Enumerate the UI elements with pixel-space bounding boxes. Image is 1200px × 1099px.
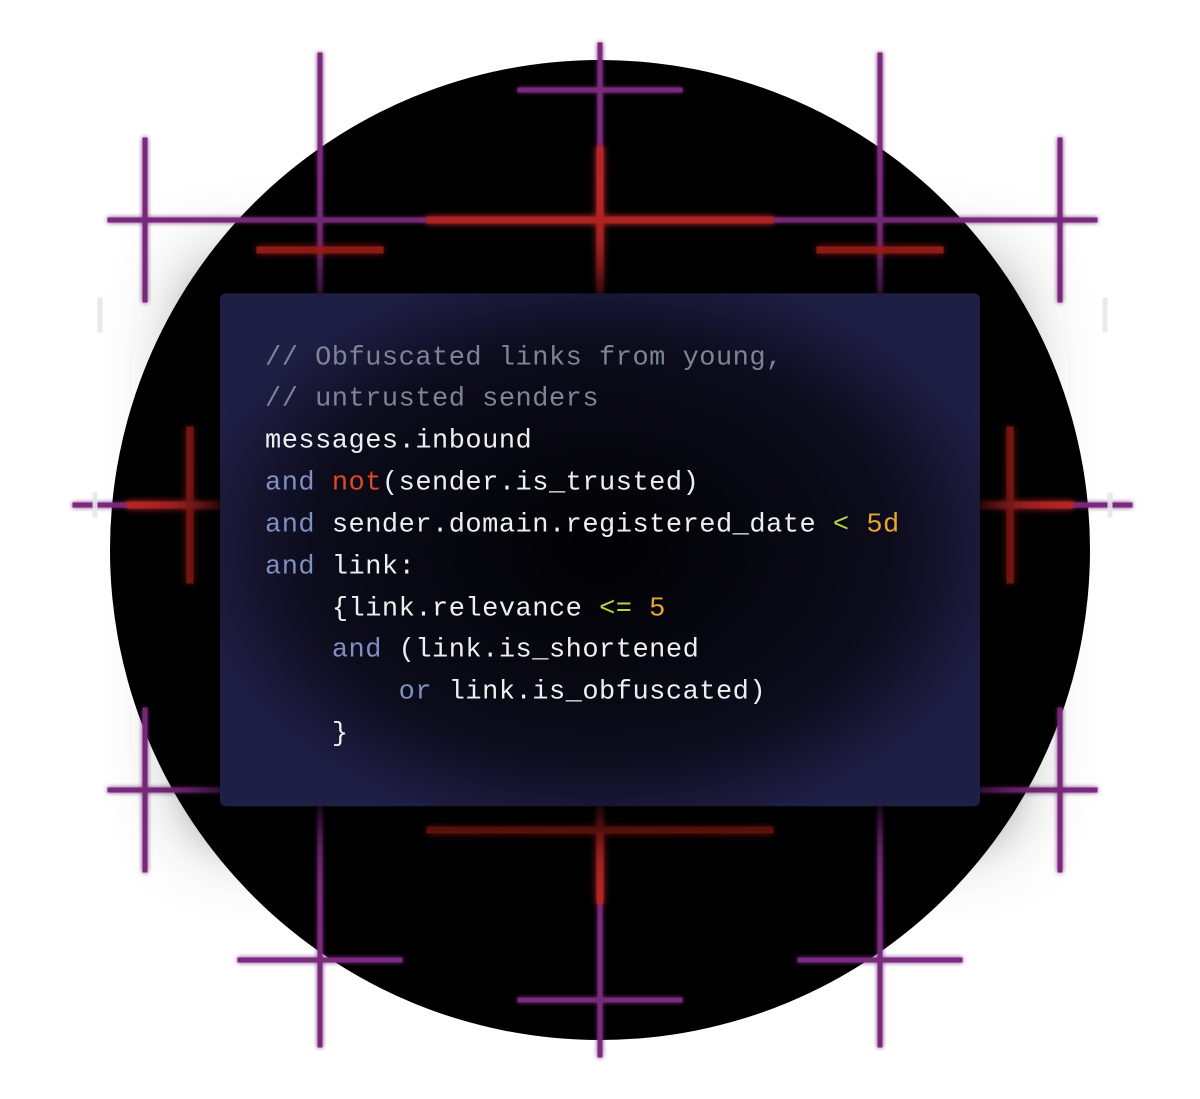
code-comment: // untrusted senders bbox=[265, 385, 599, 415]
code-keyword: and bbox=[265, 552, 315, 582]
code-operator: < bbox=[833, 510, 850, 540]
code-keyword: not bbox=[332, 468, 382, 498]
code-identifier: link.is_obfuscated) bbox=[449, 678, 766, 708]
code-identifier: (sender.is_trusted) bbox=[382, 468, 699, 498]
code-identifier: sender.domain.registered_date bbox=[332, 510, 816, 540]
code-punct: } bbox=[332, 719, 349, 749]
code-number: 5 bbox=[649, 594, 666, 624]
code-operator: <= bbox=[599, 594, 632, 624]
code-block: // Obfuscated links from young, // untru… bbox=[265, 338, 935, 756]
code-keyword: and bbox=[265, 468, 315, 498]
code-keyword: and bbox=[332, 636, 382, 666]
code-number: 5d bbox=[866, 510, 899, 540]
code-punct: { bbox=[332, 594, 349, 624]
code-identifier: link.relevance bbox=[349, 594, 583, 624]
code-keyword: and bbox=[265, 510, 315, 540]
code-keyword: or bbox=[399, 678, 432, 708]
code-comment: // Obfuscated links from young, bbox=[265, 343, 783, 373]
code-panel: // Obfuscated links from young, // untru… bbox=[220, 293, 980, 806]
code-identifier: (link.is_shortened bbox=[399, 636, 700, 666]
code-identifier: link: bbox=[332, 552, 416, 582]
code-identifier: messages.inbound bbox=[265, 426, 532, 456]
